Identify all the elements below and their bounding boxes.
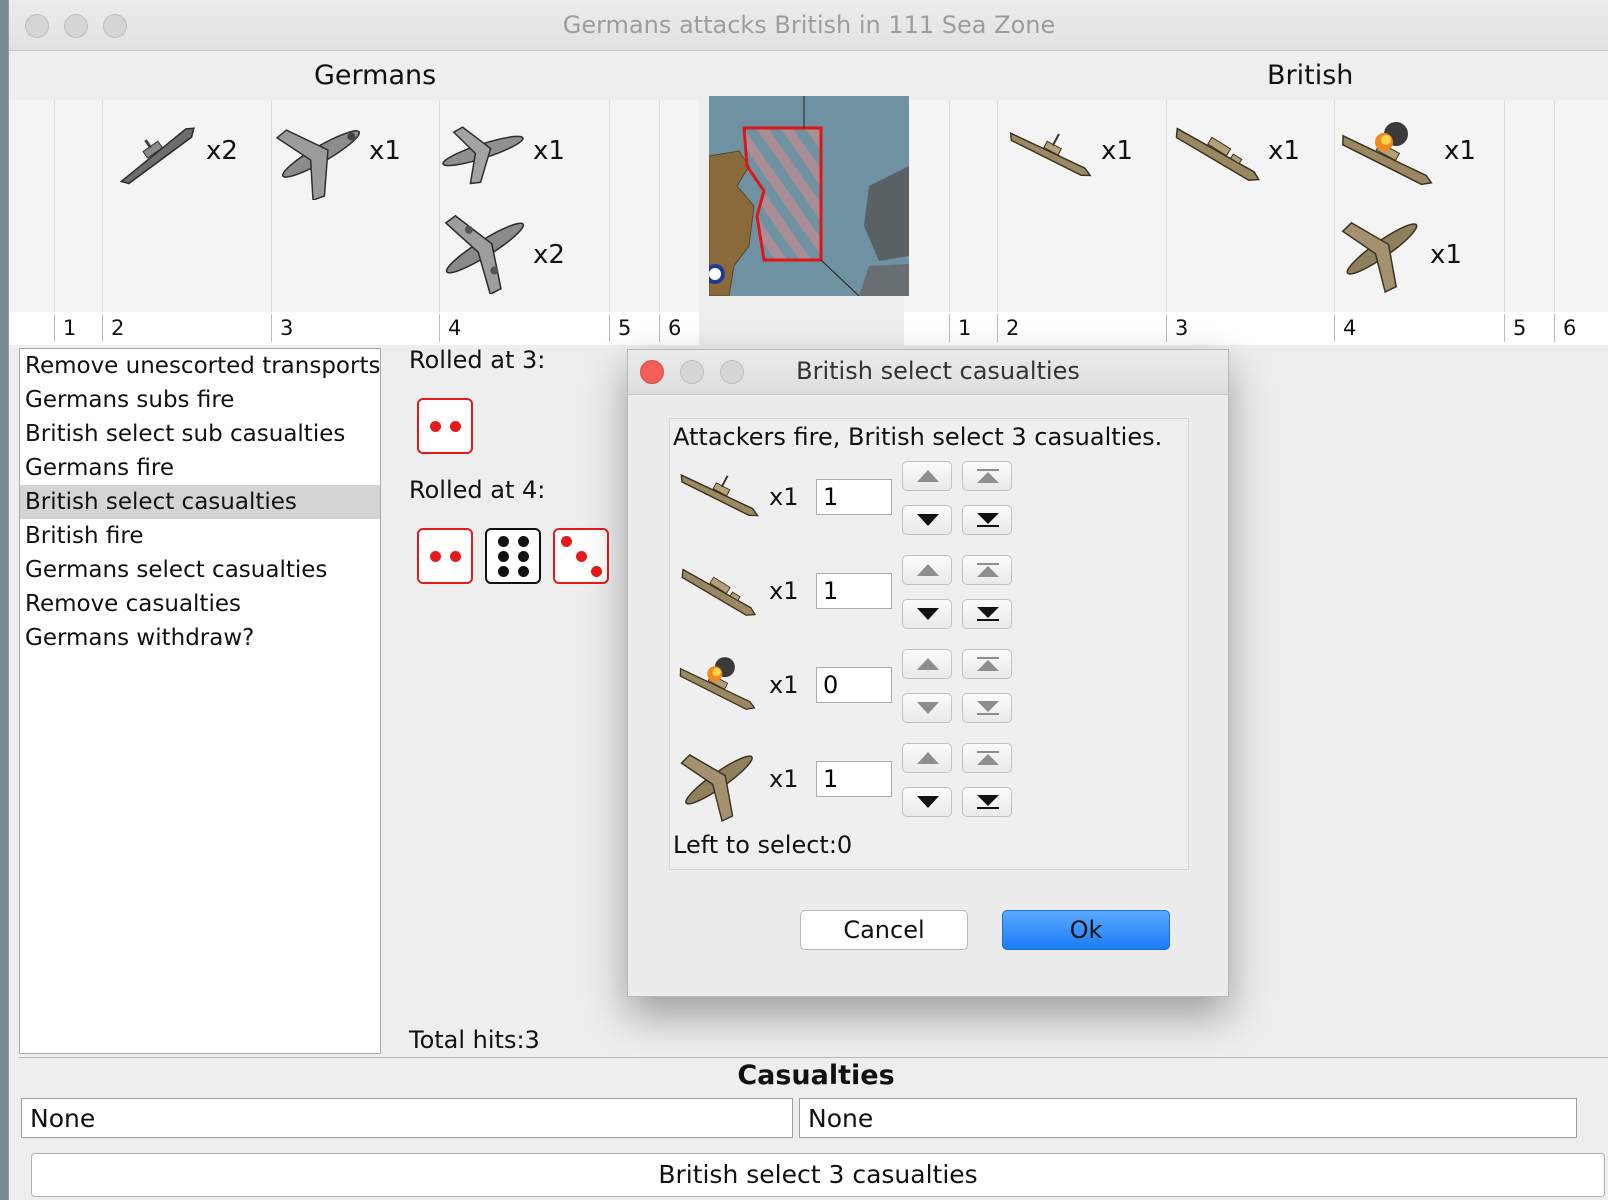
unit-count: x1 xyxy=(769,577,799,605)
die-face-2 xyxy=(417,398,473,454)
attacker-casualties: None xyxy=(21,1098,793,1138)
unit-count: x1 xyxy=(769,671,799,699)
cancel-button[interactable]: Cancel xyxy=(800,910,968,950)
territory-map xyxy=(709,96,909,296)
dialog-titlebar: British select casualties xyxy=(628,350,1228,395)
column-number: 6 xyxy=(1554,314,1576,342)
column-number: 4 xyxy=(1334,314,1356,342)
defender-units-strip: x1 x1 x1 x1 xyxy=(904,100,1608,312)
casualty-count-input[interactable] xyxy=(816,667,892,703)
decrement-button[interactable] xyxy=(902,693,952,723)
attacker-name: Germans xyxy=(314,60,437,91)
casualties-panel: Casualties None None xyxy=(19,1057,1608,1140)
left-to-select: Left to select:0 xyxy=(673,831,853,859)
column-number: 3 xyxy=(1166,314,1188,342)
step-item[interactable]: Germans select casualties xyxy=(20,553,380,587)
unit-count: x1 xyxy=(769,483,799,511)
casualty-count-input[interactable] xyxy=(816,761,892,797)
column-number: 5 xyxy=(609,314,631,342)
step-item[interactable]: British fire xyxy=(20,519,380,553)
step-item-selected[interactable]: British select casualties xyxy=(20,485,380,519)
column-number: 2 xyxy=(997,314,1019,342)
decrement-button[interactable] xyxy=(902,599,952,629)
defender-column-numbers: 1 2 3 4 5 6 xyxy=(904,312,1608,345)
column-number: 1 xyxy=(54,314,76,342)
defender-name: British xyxy=(1267,60,1354,91)
battleship-icon xyxy=(107,114,207,194)
max-button[interactable] xyxy=(962,461,1012,491)
cruiser-icon xyxy=(1002,118,1098,188)
dialog-message: Attackers fire, British select 3 casualt… xyxy=(673,423,1163,451)
dialog-title: British select casualties xyxy=(796,357,1080,385)
casualties-title: Casualties xyxy=(737,1060,895,1091)
casualty-count-input[interactable] xyxy=(816,573,892,609)
fighter-icon xyxy=(1334,204,1430,294)
casualty-row: x1 xyxy=(673,553,1188,643)
column-number: 2 xyxy=(102,314,124,342)
casualty-row: x1 xyxy=(673,459,1188,549)
damaged-battleship-icon xyxy=(673,641,765,729)
step-item[interactable]: Germans withdraw? xyxy=(20,621,380,655)
attacker-column-numbers: 1 2 3 4 5 6 xyxy=(9,312,699,345)
unit-count: x1 xyxy=(769,765,799,793)
column-number: 5 xyxy=(1504,314,1526,342)
status-message: British select 3 casualties xyxy=(31,1153,1605,1197)
step-item[interactable]: British select sub casualties xyxy=(20,417,380,451)
unit-count: x1 xyxy=(1268,136,1300,166)
attacker-units-strip: x2 x1 x1 x2 xyxy=(9,100,699,312)
min-button[interactable] xyxy=(962,787,1012,817)
increment-button[interactable] xyxy=(902,555,952,585)
column-number: 4 xyxy=(439,314,461,342)
total-hits: Total hits:3 xyxy=(409,1026,540,1054)
window-titlebar: Germans attacks British in 111 Sea Zone xyxy=(9,0,1608,51)
die-face-3 xyxy=(553,528,609,584)
column-number: 1 xyxy=(949,314,971,342)
battleship-icon xyxy=(673,553,765,635)
unit-count: x1 xyxy=(1430,240,1462,270)
die-face-2 xyxy=(417,528,473,584)
unit-count: x1 xyxy=(1101,136,1133,166)
increment-button[interactable] xyxy=(902,461,952,491)
unit-count: x1 xyxy=(369,136,401,166)
bomber-icon xyxy=(435,202,535,294)
step-item[interactable]: Germans fire xyxy=(20,451,380,485)
roll-group-label: Rolled at 4: xyxy=(409,476,546,504)
min-button[interactable] xyxy=(962,693,1012,723)
decrement-button[interactable] xyxy=(902,787,952,817)
ok-button[interactable]: Ok xyxy=(1002,910,1170,950)
damaged-battleship-icon xyxy=(1334,108,1444,198)
casualty-selection-panel: Attackers fire, British select 3 casualt… xyxy=(669,418,1189,870)
fighter-icon xyxy=(271,108,371,200)
battle-steps-list[interactable]: Remove unescorted transports Germans sub… xyxy=(19,348,381,1054)
select-casualties-dialog: British select casualties Attackers fire… xyxy=(627,349,1229,997)
casualty-count-input[interactable] xyxy=(816,479,892,515)
die-face-6 xyxy=(485,528,541,584)
battleship-icon xyxy=(1166,112,1270,196)
increment-button[interactable] xyxy=(902,649,952,679)
window-title: Germans attacks British in 111 Sea Zone xyxy=(562,11,1056,39)
column-number: 6 xyxy=(659,314,681,342)
step-item[interactable]: Germans subs fire xyxy=(20,383,380,417)
decrement-button[interactable] xyxy=(902,505,952,535)
unit-count: x2 xyxy=(206,136,238,166)
defender-casualties: None xyxy=(799,1098,1577,1138)
fighter-icon xyxy=(673,737,765,827)
min-button[interactable] xyxy=(962,505,1012,535)
max-button[interactable] xyxy=(962,555,1012,585)
increment-button[interactable] xyxy=(902,743,952,773)
max-button[interactable] xyxy=(962,743,1012,773)
tactical-bomber-icon xyxy=(435,116,531,186)
roll-group-label: Rolled at 3: xyxy=(409,346,546,374)
step-item[interactable]: Remove unescorted transports xyxy=(20,349,380,383)
column-number: 3 xyxy=(271,314,293,342)
unit-count: x1 xyxy=(533,136,565,166)
max-button[interactable] xyxy=(962,649,1012,679)
casualty-row: x1 xyxy=(673,741,1188,831)
casualty-row: x1 xyxy=(673,647,1188,737)
unit-count: x2 xyxy=(533,240,565,270)
cruiser-icon xyxy=(673,459,765,533)
unit-count: x1 xyxy=(1444,136,1476,166)
min-button[interactable] xyxy=(962,599,1012,629)
step-item[interactable]: Remove casualties xyxy=(20,587,380,621)
